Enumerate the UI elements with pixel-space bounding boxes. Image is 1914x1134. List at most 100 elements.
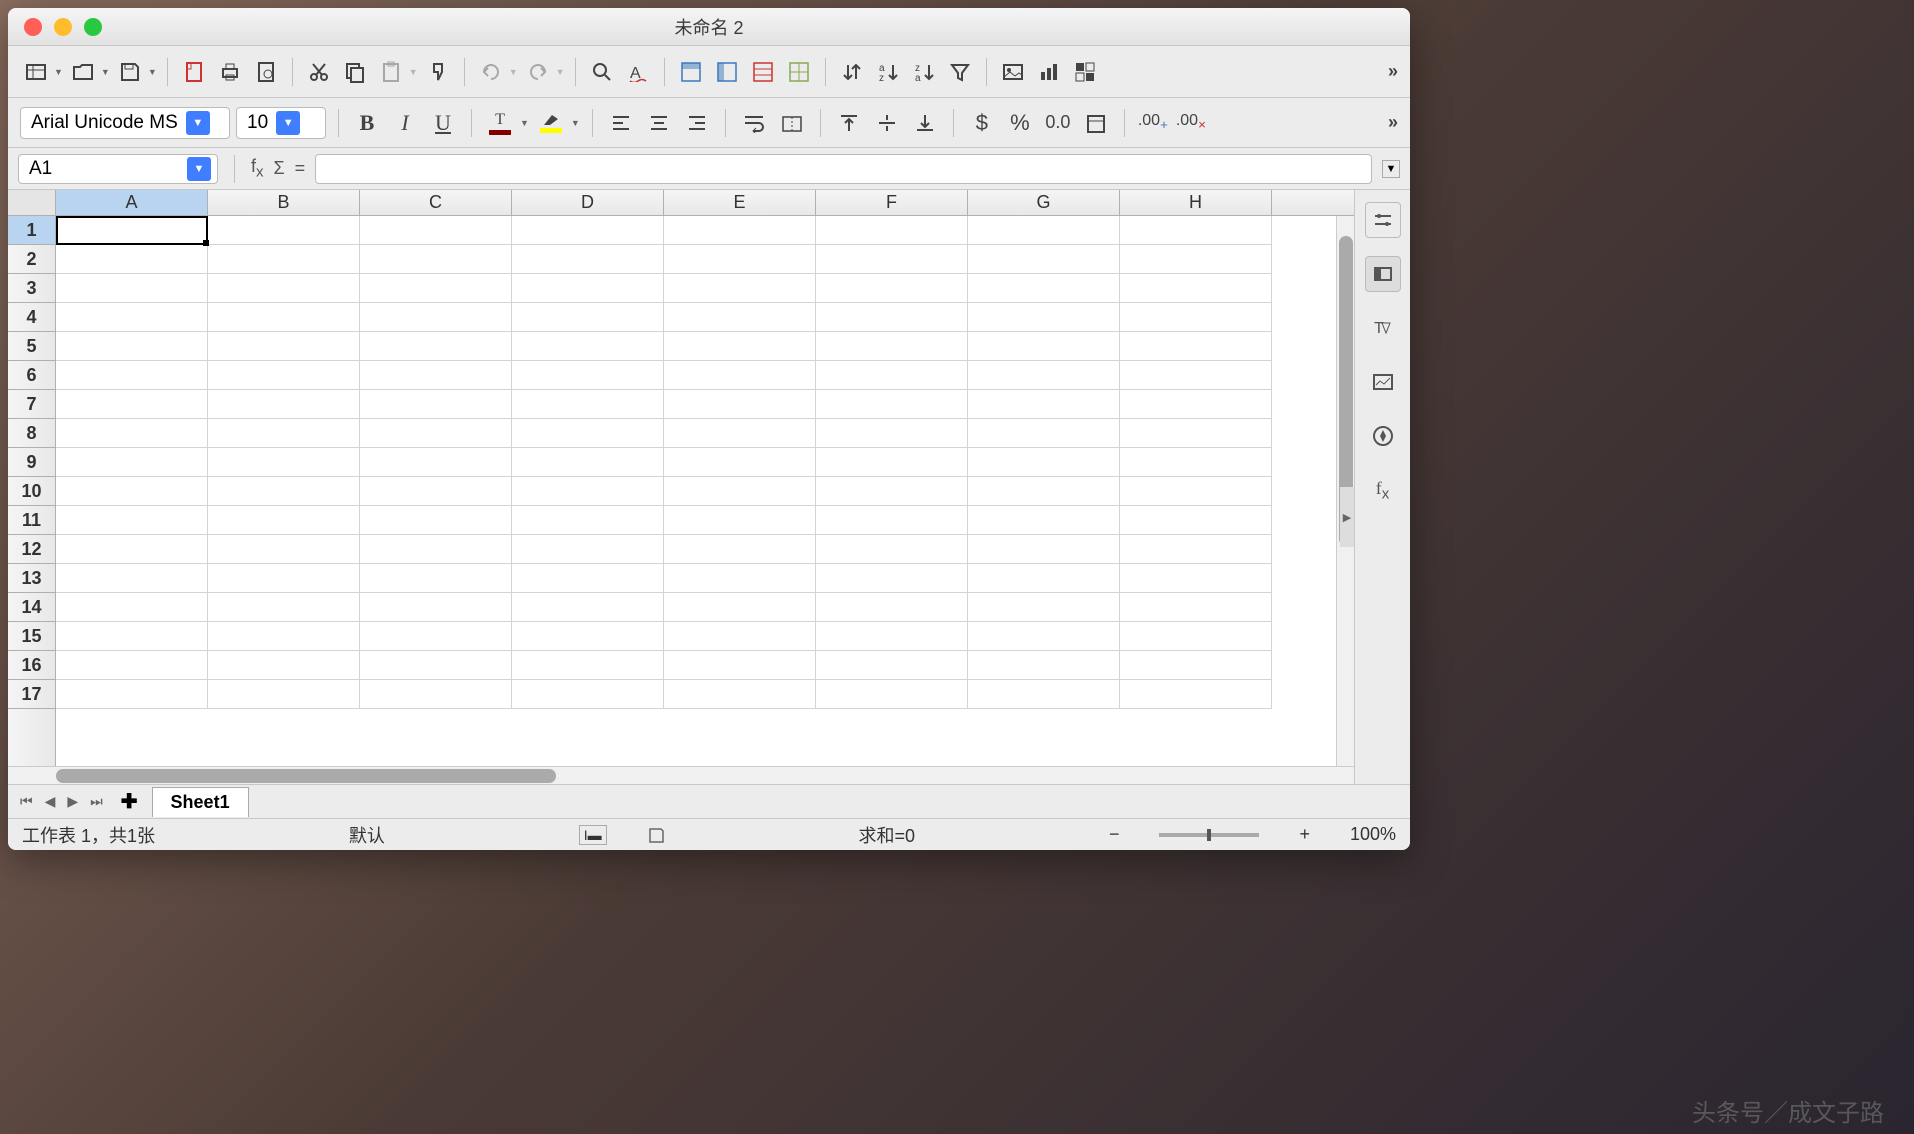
column-icon[interactable] [711,56,743,88]
cell[interactable] [56,651,208,680]
align-middle-icon[interactable] [871,107,903,139]
highlight-color-icon[interactable] [535,107,567,139]
cell[interactable] [664,622,816,651]
cell[interactable] [208,419,360,448]
cell[interactable] [360,303,512,332]
cell[interactable] [664,216,816,245]
cell[interactable] [664,274,816,303]
cell[interactable] [360,390,512,419]
export-pdf-icon[interactable] [178,56,210,88]
italic-icon[interactable]: I [389,107,421,139]
cell[interactable] [816,274,968,303]
font-color-dropdown[interactable]: ▼ [520,118,529,128]
underline-icon[interactable]: U [427,107,459,139]
last-sheet-icon[interactable]: ⏭ [86,793,107,810]
cell[interactable] [968,680,1120,709]
cell[interactable] [208,303,360,332]
cell[interactable] [360,448,512,477]
pivot-icon[interactable] [1069,56,1101,88]
undo-dropdown[interactable]: ▼ [509,67,518,77]
properties-panel-icon[interactable] [1365,202,1401,238]
cell[interactable] [664,390,816,419]
cell[interactable] [56,332,208,361]
column-header-F[interactable]: F [816,190,968,215]
sheet-tab[interactable]: Sheet1 [152,787,249,817]
cell[interactable] [360,593,512,622]
font-size-dropdown[interactable]: ▼ [276,111,300,135]
cell[interactable] [1120,448,1272,477]
cell[interactable] [664,448,816,477]
sum-label[interactable]: 求和=0 [859,822,916,848]
date-format-icon[interactable] [1080,107,1112,139]
autofilter-icon[interactable] [944,56,976,88]
cell[interactable] [1120,216,1272,245]
cell[interactable] [968,622,1120,651]
name-box-dropdown[interactable]: ▼ [187,157,211,181]
cell[interactable] [512,593,664,622]
paste-dropdown[interactable]: ▼ [409,67,418,77]
cell[interactable] [664,506,816,535]
style-label[interactable]: 默认 [349,822,385,848]
cell[interactable] [208,506,360,535]
cell[interactable] [208,332,360,361]
expand-formula-icon[interactable]: ▼ [1382,160,1400,178]
cell[interactable] [512,419,664,448]
open-icon[interactable] [67,56,99,88]
cell[interactable] [664,477,816,506]
cell[interactable] [968,419,1120,448]
cell[interactable] [1120,303,1272,332]
cell[interactable] [1120,506,1272,535]
new-dropdown[interactable]: ▼ [54,67,63,77]
zoom-out-icon[interactable]: − [1109,824,1120,845]
font-color-icon[interactable]: T [484,107,516,139]
print-icon[interactable] [214,56,246,88]
functions-panel-icon[interactable]: fx [1365,472,1401,508]
number-format-icon[interactable]: 0.0 [1042,107,1074,139]
cell[interactable] [968,535,1120,564]
cell[interactable] [512,216,664,245]
equals-icon[interactable]: = [295,158,306,179]
redo-dropdown[interactable]: ▼ [556,67,565,77]
cell[interactable] [968,361,1120,390]
cell[interactable] [512,477,664,506]
cell[interactable] [968,448,1120,477]
cell[interactable] [208,274,360,303]
insert-mode-icon[interactable]: I▬ [579,825,607,845]
cell[interactable] [1120,245,1272,274]
cell[interactable] [208,216,360,245]
cell[interactable] [816,216,968,245]
cell[interactable] [512,245,664,274]
cell[interactable] [816,680,968,709]
save-icon[interactable] [114,56,146,88]
align-center-icon[interactable] [643,107,675,139]
cell[interactable] [56,419,208,448]
row-header-16[interactable]: 16 [8,651,55,680]
cell[interactable] [208,651,360,680]
formula-input[interactable] [315,154,1372,184]
row-header-9[interactable]: 9 [8,448,55,477]
cell[interactable] [56,448,208,477]
cell[interactable] [360,622,512,651]
cell[interactable] [56,622,208,651]
column-header-E[interactable]: E [664,190,816,215]
row-header-14[interactable]: 14 [8,593,55,622]
undo-icon[interactable] [475,56,507,88]
cell[interactable] [816,506,968,535]
cell[interactable] [1120,622,1272,651]
row-header-7[interactable]: 7 [8,390,55,419]
cell[interactable] [208,361,360,390]
cell[interactable] [512,448,664,477]
cell[interactable] [208,390,360,419]
cell[interactable] [512,303,664,332]
cell[interactable] [360,274,512,303]
cell[interactable] [56,216,208,245]
format-overflow-icon[interactable]: » [1388,112,1398,133]
cell[interactable] [968,593,1120,622]
cell[interactable] [208,593,360,622]
sort-asc-icon[interactable]: az [872,56,904,88]
cell[interactable] [1120,390,1272,419]
cell[interactable] [1120,332,1272,361]
remove-decimal-icon[interactable]: .00× [1175,107,1207,139]
cell[interactable] [512,361,664,390]
cells-area[interactable] [56,216,1336,766]
